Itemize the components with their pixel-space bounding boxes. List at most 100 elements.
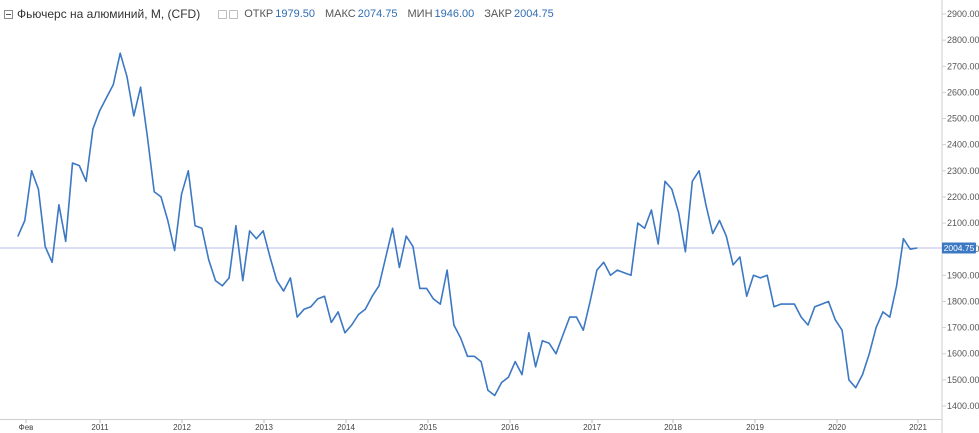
- data-point: [432, 298, 434, 300]
- data-point: [575, 316, 578, 318]
- data-point: [821, 303, 823, 305]
- data-point: [541, 340, 544, 342]
- data-point: [126, 76, 128, 78]
- data-point: [650, 209, 653, 211]
- data-point: [146, 136, 148, 138]
- data-point: [330, 321, 332, 323]
- y-tick-label: 2200.00: [947, 192, 979, 202]
- data-point: [684, 251, 687, 253]
- data-point: [678, 212, 680, 214]
- data-point: [85, 180, 87, 182]
- data-point: [473, 355, 475, 357]
- data-point: [861, 374, 864, 376]
- y-tick-label: 2400.00: [947, 140, 979, 150]
- data-point: [112, 84, 114, 86]
- data-point: [208, 259, 210, 261]
- data-point: [201, 227, 203, 229]
- y-axis: 1400.00 1500.00 1600.00 1700.00 1800.00 1900.…: [942, 9, 979, 411]
- data-point: [630, 274, 632, 276]
- data-point: [303, 308, 305, 310]
- data-point: [283, 290, 285, 292]
- data-point: [841, 329, 843, 331]
- data-point: [637, 222, 639, 224]
- data-point: [92, 128, 94, 130]
- y-tick-label: 2500.00: [947, 114, 979, 124]
- data-point: [616, 269, 618, 271]
- x-tick-label: 2015: [419, 423, 437, 432]
- data-point: [214, 280, 217, 282]
- data-point: [718, 219, 721, 222]
- data-point: [603, 261, 605, 263]
- data-point: [875, 327, 877, 329]
- x-axis: Фев 2011 2012 2013 2014 2015 2016 2017 2018 2019 2…: [19, 419, 927, 432]
- data-point: [439, 303, 441, 305]
- data-point: [501, 381, 503, 384]
- data-point: [691, 180, 693, 182]
- data-point: [494, 394, 496, 397]
- data-point: [235, 225, 237, 227]
- data-point: [623, 272, 625, 274]
- data-point: [466, 355, 469, 357]
- price-series-points: [17, 52, 918, 397]
- x-tick-label: Фев: [19, 423, 34, 432]
- y-tick-label: 1700.00: [947, 323, 979, 333]
- data-point: [562, 334, 564, 336]
- data-point: [555, 353, 557, 355]
- data-point: [896, 285, 898, 287]
- data-point: [752, 274, 755, 276]
- data-point: [337, 311, 339, 313]
- data-point: [814, 306, 816, 308]
- data-point: [310, 306, 312, 308]
- data-point: [834, 319, 836, 321]
- data-point: [514, 361, 516, 363]
- data-point: [140, 86, 142, 88]
- data-point: [780, 303, 782, 305]
- data-point: [249, 230, 251, 232]
- data-point: [732, 264, 734, 266]
- data-point: [671, 188, 673, 190]
- data-point: [392, 227, 394, 229]
- data-point: [405, 235, 407, 237]
- data-point: [460, 337, 462, 339]
- y-tick-label: 2300.00: [947, 166, 979, 176]
- data-point: [228, 277, 230, 279]
- data-point: [269, 256, 271, 258]
- y-tick-label: 1800.00: [947, 296, 979, 306]
- data-point: [446, 269, 448, 271]
- data-point: [58, 204, 60, 206]
- y-tick-label: 2900.00: [947, 9, 979, 19]
- x-tick-label: 2017: [583, 423, 601, 432]
- y-tick-label: 1500.00: [947, 375, 979, 385]
- data-point: [657, 243, 659, 245]
- data-point: [419, 287, 421, 289]
- y-tick-label: 2600.00: [947, 87, 979, 97]
- data-point: [364, 308, 366, 310]
- data-point: [739, 256, 741, 258]
- data-point: [78, 165, 80, 167]
- y-tick-label: 1400.00: [947, 401, 979, 411]
- y-tick-label: 1900.00: [947, 270, 979, 280]
- data-point: [766, 274, 768, 276]
- data-point: [180, 193, 183, 195]
- data-point: [787, 303, 789, 305]
- x-tick-label: 2019: [746, 423, 764, 432]
- data-point: [855, 387, 857, 389]
- data-point: [535, 366, 537, 368]
- data-point: [344, 332, 346, 334]
- last-price-badge: 2004.75: [942, 242, 976, 254]
- data-point: [412, 246, 414, 248]
- data-point: [521, 374, 523, 376]
- x-tick-label: 2016: [501, 423, 519, 432]
- data-point: [357, 313, 360, 316]
- data-point: [759, 277, 762, 279]
- data-point: [323, 295, 326, 297]
- data-point: [194, 225, 196, 227]
- data-point: [426, 287, 428, 289]
- price-chart[interactable]: 1400.00 1500.00 1600.00 1700.00 1800.00 1900.…: [0, 0, 979, 433]
- y-tick-label: 2800.00: [947, 35, 979, 45]
- data-point: [582, 329, 584, 331]
- data-point: [589, 300, 591, 303]
- y-tick-label: 2700.00: [947, 61, 979, 71]
- data-point: [882, 311, 884, 313]
- data-point: [916, 247, 918, 249]
